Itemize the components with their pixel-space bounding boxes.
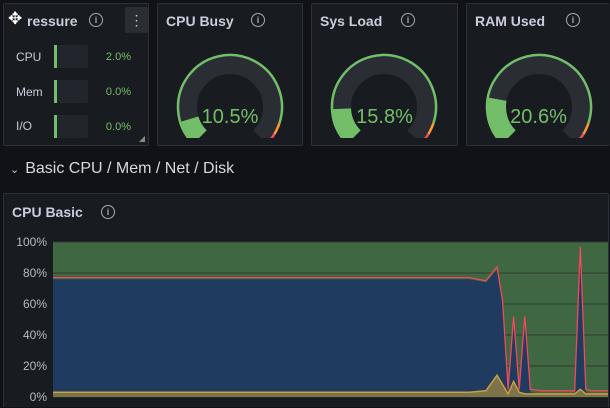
- pressure-row-label: CPU: [16, 50, 42, 64]
- gauge-title: Sys Load: [320, 13, 383, 29]
- pressure-title: ressure: [27, 13, 78, 29]
- cpu-busy-panel: CPU Busy i 10.5%: [157, 3, 303, 146]
- gauge-title: RAM Used: [475, 13, 546, 29]
- y-tick-label: 100%: [16, 235, 47, 249]
- pressure-bar-cpu: [54, 45, 88, 68]
- gauge-value: 10.5%: [201, 106, 259, 128]
- gauge-title: CPU Busy: [166, 13, 234, 29]
- y-tick-label: 40%: [23, 328, 47, 342]
- pressure-row-value: 0.0%: [105, 86, 131, 98]
- chevron-down-icon: ⌄: [10, 163, 20, 176]
- y-tick-label: 20%: [23, 359, 47, 373]
- info-icon[interactable]: i: [566, 13, 580, 27]
- panel-menu-button[interactable]: ⋮: [125, 7, 148, 33]
- section-row-toggle[interactable]: ⌄ Basic CPU / Mem / Net / Disk: [10, 160, 234, 178]
- y-tick-label: 60%: [23, 297, 47, 311]
- resize-handle-icon[interactable]: ◢: [139, 134, 145, 143]
- y-tick-label: 0%: [30, 390, 48, 404]
- section-title: Basic CPU / Mem / Net / Disk: [25, 160, 235, 177]
- pressure-panel: ✥ ressure i ⋮ CPU 2.0% Mem 0.0% I/O 0.0%…: [3, 3, 149, 146]
- pressure-row-label: I/O: [16, 119, 33, 133]
- info-icon[interactable]: i: [251, 13, 265, 27]
- info-icon[interactable]: i: [89, 13, 103, 27]
- y-tick-label: 80%: [23, 266, 47, 280]
- sys-load-panel: Sys Load i 15.8%: [311, 3, 458, 146]
- pressure-bar-mem: [54, 80, 88, 103]
- cpu-basic-chart: 100% 80% 60% 40% 20% 0%: [16, 235, 608, 404]
- move-icon[interactable]: ✥: [8, 9, 22, 29]
- pressure-row-label: Mem: [16, 85, 43, 99]
- gauge-value: 15.8%: [356, 106, 413, 128]
- pressure-bar-io: [54, 115, 88, 138]
- gauge-value: 20.6%: [510, 106, 567, 128]
- pressure-row-value: 0.0%: [105, 121, 131, 133]
- pressure-row-value: 2.0%: [105, 51, 131, 63]
- info-icon[interactable]: i: [401, 13, 415, 27]
- cpu-basic-panel: CPU Basic i 100% 80% 60% 40% 20% 0%: [3, 193, 609, 407]
- ram-used-panel: RAM Used i 20.6%: [466, 3, 610, 146]
